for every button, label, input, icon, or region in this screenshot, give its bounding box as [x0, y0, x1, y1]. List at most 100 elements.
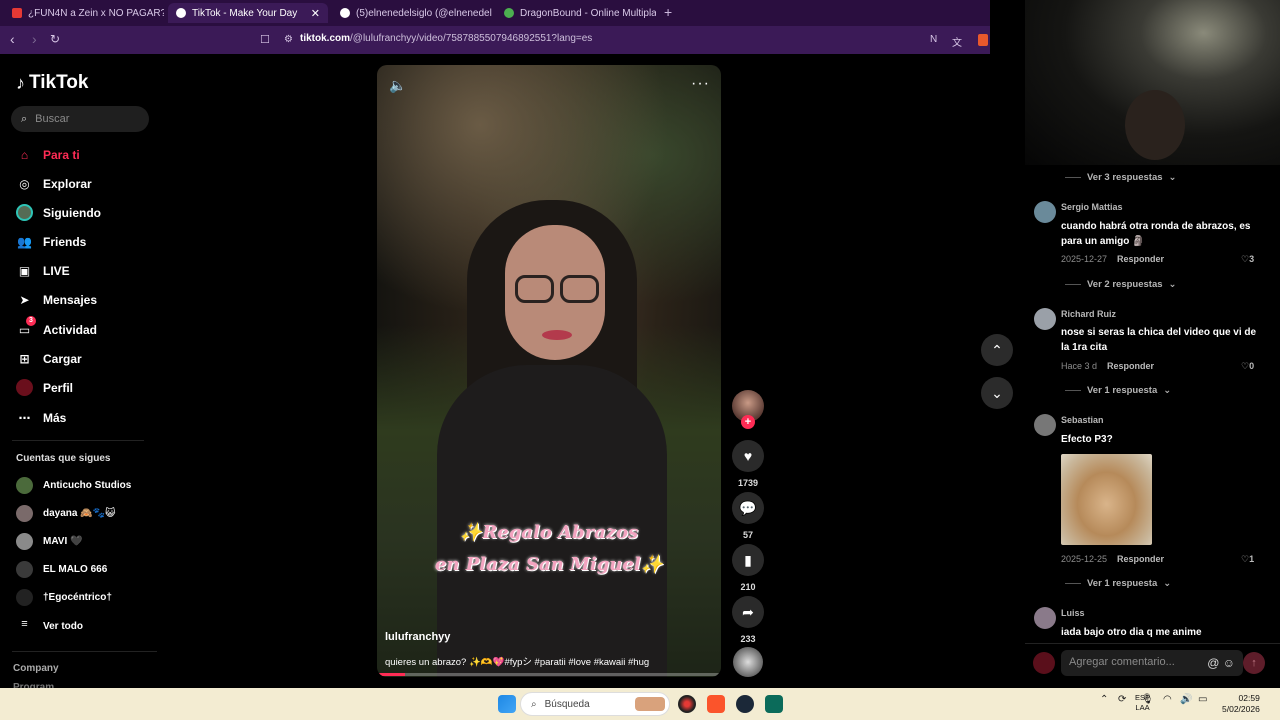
nav-explorar[interactable]: ◎ Explorar [16, 175, 91, 192]
like-action[interactable]: ♥ 1739 [732, 440, 764, 488]
share-icon[interactable]: ➦ [732, 596, 764, 628]
heart-icon[interactable]: ♥ [732, 440, 764, 472]
comment-placeholder: Agregar comentario... [1069, 656, 1175, 668]
bookmark-icon[interactable]: ▮ [732, 544, 764, 576]
app-icon[interactable] [678, 695, 696, 713]
followed-account[interactable]: Anticucho Studios [16, 477, 131, 494]
tray-app-icon[interactable]: ⟳ [1118, 694, 1126, 705]
comment-meta: Hace 3 d Responder [1061, 361, 1154, 371]
view-replies-button[interactable]: Ver 1 respuesta ⌄ [1065, 578, 1171, 589]
reply-button[interactable]: Responder [1117, 254, 1164, 264]
view-replies-button[interactable]: Ver 1 respuesta ⌄ [1065, 385, 1171, 396]
activity-icon: ▭ 3 [16, 316, 36, 338]
forward-icon[interactable]: › [32, 31, 37, 47]
translate-icon[interactable]: 文 [952, 34, 962, 49]
nav-label: Cargar [43, 351, 82, 366]
battery-icon[interactable]: ▭ [1198, 694, 1207, 705]
video-player[interactable]: ✨Regalo Abrazos en Plaza San Miguel✨ 🔈 ·… [377, 65, 721, 677]
search-input[interactable]: ⌕ Buscar [11, 106, 149, 132]
reply-button[interactable]: Responder [1117, 554, 1164, 564]
avatar[interactable] [1034, 414, 1056, 436]
avatar[interactable] [1034, 607, 1056, 629]
new-tab-button[interactable]: + [664, 4, 672, 20]
overlay-line-2: en Plaza San Miguel✨ [434, 554, 664, 575]
mention-icon[interactable]: @ [1207, 656, 1219, 670]
avatar[interactable] [1034, 308, 1056, 330]
volume-icon[interactable]: 🔈 [389, 77, 406, 94]
previous-video-button[interactable]: ⌃ [981, 334, 1013, 366]
close-tab-icon[interactable]: ✕ [311, 7, 320, 20]
reply-button[interactable]: Responder [1107, 361, 1154, 371]
comment-like-count: 0 [1249, 361, 1255, 371]
tab-dragonbound[interactable]: DragonBound - Online Multiplayer F [496, 3, 656, 23]
comment-image[interactable] [1061, 454, 1152, 545]
video-progress-bar[interactable] [377, 673, 721, 676]
chevron-down-icon: ⌄ [1168, 172, 1177, 183]
followed-account[interactable]: †Egocéntrico† [16, 589, 112, 606]
tray-chevron-icon[interactable]: ⌃ [1100, 694, 1108, 705]
view-replies-button[interactable]: Ver 2 respuestas ⌄ [1065, 279, 1177, 290]
url-field[interactable]: tiktok.com/@lulufranchyy/video/758788550… [300, 33, 592, 44]
follow-plus-icon[interactable]: + [741, 415, 755, 429]
see-all-link[interactable]: ≡ Ver todo [16, 618, 83, 635]
nav-live[interactable]: ▣ LIVE [16, 262, 70, 279]
nav-actividad[interactable]: ▭ 3 Actividad [16, 316, 97, 338]
nav-mensajes[interactable]: ➤ Mensajes [16, 291, 97, 308]
nav-friends[interactable]: 👥 Friends [16, 233, 86, 250]
account-name: dayana 🙈🐾😺 [43, 508, 116, 519]
brave-shield-icon[interactable] [978, 34, 988, 46]
account-name: †Egocéntrico† [43, 592, 112, 603]
comment-like[interactable]: ♡3 [1241, 254, 1254, 265]
brave-browser-icon[interactable] [707, 695, 725, 713]
save-action[interactable]: ▮ 210 [732, 544, 764, 592]
reload-icon[interactable]: ↻ [50, 32, 60, 46]
windows-start-icon[interactable] [498, 695, 516, 713]
volume-icon[interactable]: 🔊 [1180, 694, 1192, 705]
taskbar-search[interactable]: ⌕ Búsqueda [520, 692, 670, 716]
comment-like[interactable]: ♡1 [1241, 554, 1254, 565]
nav-mas[interactable]: ⋯ Más [16, 409, 67, 426]
tab-label: (5)elnenedelsiglo (@elnenedelsiglo) | [356, 7, 492, 19]
comment-icon[interactable]: 💬 [732, 492, 764, 524]
app-icon[interactable] [765, 695, 783, 713]
share-action[interactable]: ➦ 233 [732, 596, 764, 644]
comment-action[interactable]: 💬 57 [732, 492, 764, 540]
emoji-icon[interactable]: ☺ [1223, 656, 1235, 670]
followed-account[interactable]: EL MALO 666 [16, 561, 107, 578]
tab-tiktok-profile[interactable]: (5)elnenedelsiglo (@elnenedelsiglo) | [332, 3, 492, 23]
music-disc-icon[interactable] [733, 647, 763, 677]
video-author[interactable]: lulufranchyy [385, 631, 450, 643]
input-language[interactable]: ESP LAA [1135, 693, 1150, 713]
nav-perfil[interactable]: Perfil [16, 379, 73, 396]
comment-username[interactable]: Sebastian [1061, 415, 1104, 425]
followed-account[interactable]: dayana 🙈🐾😺 [16, 505, 116, 522]
nav-siguiendo[interactable]: Siguiendo [16, 204, 101, 221]
footer-company-link[interactable]: Company [13, 663, 59, 674]
video-person-lips [542, 330, 572, 340]
profile-icon [16, 379, 33, 396]
upload-icon: ⊞ [19, 351, 30, 366]
next-video-button[interactable]: ⌄ [981, 377, 1013, 409]
more-options-icon[interactable]: ··· [691, 75, 710, 93]
nav-cargar[interactable]: ⊞ Cargar [16, 350, 82, 367]
comment-username[interactable]: Sergio Mattias [1061, 202, 1123, 212]
tiktok-logo[interactable]: ♪ TikTok [16, 72, 88, 94]
nav-para-ti[interactable]: ⌂ Para ti [16, 146, 80, 163]
comment-username[interactable]: Luiss [1061, 608, 1085, 618]
system-clock[interactable]: 02:59 5/02/2026 [1222, 693, 1260, 715]
reader-icon[interactable]: N [930, 34, 937, 45]
post-comment-button[interactable]: ↑ [1243, 652, 1265, 674]
avatar[interactable] [1034, 201, 1056, 223]
comment-like[interactable]: ♡0 [1241, 361, 1254, 372]
comment-input[interactable]: Agregar comentario... @ ☺ [1061, 650, 1243, 676]
tab-tiktok[interactable]: TikTok - Make Your Day ✕ [168, 3, 328, 23]
site-settings-icon[interactable]: ⚙ [284, 34, 293, 45]
steam-icon[interactable] [736, 695, 754, 713]
followed-account[interactable]: MAVI 🖤 [16, 533, 83, 550]
comment-username[interactable]: Richard Ruiz [1061, 309, 1116, 319]
view-replies-button[interactable]: Ver 3 respuestas ⌄ [1065, 172, 1177, 183]
back-icon[interactable]: ‹ [10, 31, 15, 47]
tab-youtube[interactable]: ¿FUN4N a Zein x NO PAGAR? 🧟 [4, 3, 164, 23]
bookmark-icon[interactable]: ☐ [260, 33, 270, 46]
wifi-icon[interactable]: ◠ [1163, 694, 1172, 705]
